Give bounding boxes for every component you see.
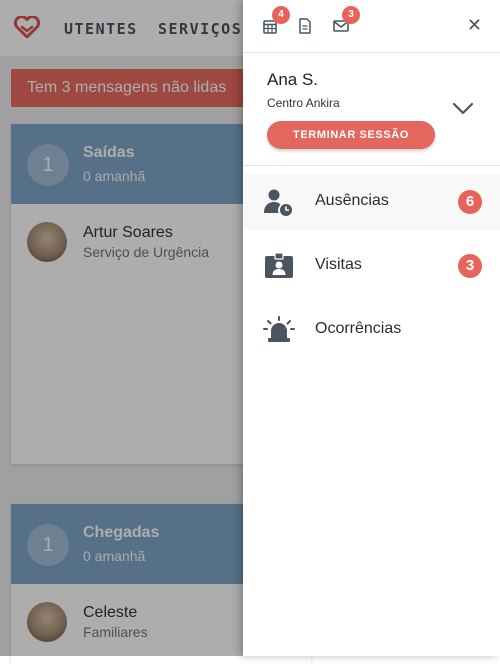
menu-item-label: Ocorrências xyxy=(315,320,402,337)
menu-item-ocorrencias[interactable]: Ocorrências xyxy=(243,302,500,358)
user-clock-icon xyxy=(264,189,292,216)
calendar-badge: 4 xyxy=(272,6,290,24)
drawer-toolbar: 4 3 ✕ xyxy=(243,0,500,53)
menu-item-visitas[interactable]: Visitas 3 xyxy=(243,238,500,294)
id-badge-icon xyxy=(265,252,293,278)
side-drawer: 4 3 ✕ Ana S. Centro Ankira TERMINAR SESS… xyxy=(243,0,500,656)
menu-item-label: Visitas xyxy=(315,256,362,273)
menu-item-ausencias[interactable]: Ausências 6 xyxy=(243,174,500,230)
menu-item-badge: 3 xyxy=(458,254,482,278)
user-name: Ana S. xyxy=(267,70,319,89)
divider xyxy=(243,165,500,166)
siren-icon xyxy=(263,316,295,342)
logout-button[interactable]: TERMINAR SESSÃO xyxy=(267,121,435,149)
mail-badge: 3 xyxy=(342,6,360,24)
chevron-down-icon[interactable] xyxy=(451,97,475,121)
document-icon[interactable] xyxy=(299,18,311,34)
close-icon[interactable]: ✕ xyxy=(467,14,482,36)
menu-item-badge: 6 xyxy=(458,190,482,214)
menu-item-label: Ausências xyxy=(315,192,389,209)
user-organization: Centro Ankira xyxy=(267,96,340,110)
